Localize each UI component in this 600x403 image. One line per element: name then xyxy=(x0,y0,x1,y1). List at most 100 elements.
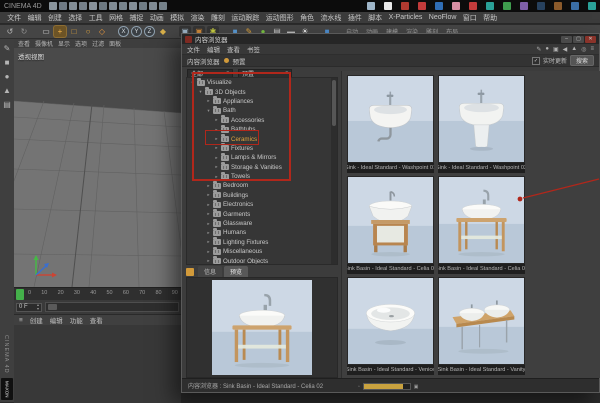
zoom-out-icon[interactable]: ▫ xyxy=(358,384,360,390)
menu-item[interactable]: 捕捉 xyxy=(126,13,146,23)
tree-expander-icon[interactable]: ▸ xyxy=(214,127,219,133)
texture-mode-icon[interactable]: ● xyxy=(0,72,14,81)
tree-item-towels[interactable]: ▸Towels xyxy=(187,172,337,181)
tree-expander-icon[interactable]: ▸ xyxy=(206,221,211,227)
material-manager-menu-item[interactable]: 功能 xyxy=(70,315,83,325)
live-update-checkbox[interactable]: ✓ xyxy=(532,57,540,65)
menu-item[interactable]: 雕刻 xyxy=(208,13,228,23)
menu-item[interactable]: 运动图形 xyxy=(263,13,297,23)
tree-item-glassware[interactable]: ▸Glassware xyxy=(187,219,337,228)
tree-item-appliances[interactable]: ▸Appliances xyxy=(187,97,337,106)
thumbnail-wall-sink[interactable]: Sink - Ideal Standard - Washpoint 01 xyxy=(347,75,434,173)
breadcrumb-root[interactable]: 内容浏览器 xyxy=(187,56,220,66)
menu-item[interactable]: 流水线 xyxy=(317,13,344,23)
titlebar-tool-icon[interactable] xyxy=(59,2,67,10)
back-icon[interactable]: ◀ xyxy=(563,46,568,53)
preview-tab-信息[interactable]: 信息 xyxy=(198,266,222,277)
tree-item-storage-vanities[interactable]: ▸Storage & Vanities xyxy=(187,163,337,172)
breadcrumb-current[interactable]: 预置 xyxy=(233,56,246,66)
viewport-menu-item[interactable]: 摄像机 xyxy=(35,39,53,48)
tree-expander-icon[interactable]: ▸ xyxy=(206,258,211,264)
menu-item[interactable]: 运动跟踪 xyxy=(228,13,262,23)
titlebar-app-icon[interactable] xyxy=(435,2,443,10)
menu-item[interactable]: 选择 xyxy=(65,13,85,23)
undo-icon[interactable]: ↺ xyxy=(4,26,16,37)
tree-item-electronics[interactable]: ▸Electronics xyxy=(187,200,337,209)
frame-spinner[interactable]: ▴▾ xyxy=(37,303,39,310)
viewport-panel[interactable]: 查看摄像机显示选项过滤面板 透视视图 xyxy=(14,39,181,287)
titlebar-app-icon[interactable] xyxy=(401,2,409,10)
timeline-playhead[interactable] xyxy=(16,289,24,300)
browser-menu-item[interactable]: 文件 xyxy=(187,44,200,54)
tree-expander-icon[interactable]: ▸ xyxy=(214,164,219,170)
pen-tool-icon[interactable]: ✎ xyxy=(0,44,14,53)
tree-item-lamps-mirrors[interactable]: ▸Lamps & Mirrors xyxy=(187,153,337,162)
viewport-menu-item[interactable]: 显示 xyxy=(58,39,70,48)
model-mode-icon[interactable]: ■ xyxy=(0,58,14,67)
viewport-menu-item[interactable]: 查看 xyxy=(18,39,30,48)
titlebar-app-icon[interactable] xyxy=(367,2,375,10)
menu-item[interactable]: 编辑 xyxy=(24,13,44,23)
workplane-icon[interactable]: ▤ xyxy=(0,100,14,109)
viewport-menu-item[interactable]: 面板 xyxy=(109,39,121,48)
menu-item[interactable]: 网格 xyxy=(106,13,126,23)
titlebar-tool-icon[interactable] xyxy=(69,2,77,10)
viewport-menu-item[interactable]: 过滤 xyxy=(92,39,104,48)
material-manager-burger-icon[interactable]: ≡ xyxy=(19,317,23,324)
zoom-in-icon[interactable]: ▣ xyxy=(414,384,419,390)
tree-expander-icon[interactable]: ▸ xyxy=(206,183,211,189)
viewport-menu-item[interactable]: 选项 xyxy=(75,39,87,48)
menu-item[interactable]: 工具 xyxy=(86,13,106,23)
browser-menu-item[interactable]: 查看 xyxy=(227,44,240,54)
timeline-power-slider[interactable] xyxy=(45,302,179,312)
menu-item[interactable]: 创建 xyxy=(45,13,65,23)
scale-tool-icon[interactable]: □ xyxy=(68,26,80,37)
tree-item-bathtubs[interactable]: ▸Bathtubs xyxy=(187,125,337,134)
titlebar-tool-icon[interactable] xyxy=(139,2,147,10)
thumbnail-table-basin[interactable]: Sink Basin - Ideal Standard - Celia 02 xyxy=(438,176,525,274)
tree-expander-icon[interactable]: ▸ xyxy=(206,230,211,236)
tree-item-outdoor-objects[interactable]: ▸Outdoor Objects xyxy=(187,256,337,265)
tree-item-ceramics[interactable]: ▸Ceramics xyxy=(187,134,337,143)
material-manager-menu-item[interactable]: 创建 xyxy=(30,315,43,325)
thumbnail-cabinet-basin[interactable]: Sink Basin - Ideal Standard - Celia 01 xyxy=(347,176,434,274)
thumbnail-double-basin[interactable]: Sink Basin - Ideal Standard - Vanity xyxy=(438,277,525,375)
titlebar-app-icon[interactable] xyxy=(520,2,528,10)
titlebar-tool-icon[interactable] xyxy=(109,2,117,10)
tree-item-3d-objects[interactable]: ▾3D Objects xyxy=(187,87,337,96)
tree-expander-icon[interactable]: ▾ xyxy=(198,89,203,95)
titlebar-app-icon[interactable] xyxy=(486,2,494,10)
tree-expander-icon[interactable]: ▸ xyxy=(214,145,219,151)
titlebar-app-icon[interactable] xyxy=(452,2,460,10)
tree-expander-icon[interactable]: ▸ xyxy=(206,192,211,198)
tree-expander-icon[interactable]: ▸ xyxy=(206,239,211,245)
thumbnail-zoom-slider[interactable]: ▫ ▣ xyxy=(358,383,419,390)
tree-item-humans[interactable]: ▸Humans xyxy=(187,228,337,237)
tree-item-bath[interactable]: ▾Bath xyxy=(187,106,337,115)
tree-item-garments[interactable]: ▸Garments xyxy=(187,209,337,218)
redo-icon[interactable]: ↻ xyxy=(18,26,30,37)
current-frame-field[interactable]: 0 F ▴▾ xyxy=(16,303,42,312)
move-tool-icon[interactable]: + xyxy=(54,26,66,37)
tree-expander-icon[interactable]: ▸ xyxy=(214,174,219,180)
menu-item[interactable]: 插件 xyxy=(345,13,365,23)
zoom-slider-track[interactable] xyxy=(363,383,411,390)
titlebar-tool-icon[interactable] xyxy=(159,2,167,10)
coordinate-system-icon[interactable]: ◆ xyxy=(157,26,169,37)
maximize-button[interactable]: ▢ xyxy=(573,36,584,43)
tree-scrollbar[interactable] xyxy=(331,78,337,264)
tree-item-buildings[interactable]: ▸Buildings xyxy=(187,191,337,200)
titlebar-tool-icon[interactable] xyxy=(89,2,97,10)
live-selection-icon[interactable]: ▭ xyxy=(40,26,52,37)
last-tool-icon[interactable]: ◇ xyxy=(96,26,108,37)
titlebar-app-icon[interactable] xyxy=(554,2,562,10)
menu-item[interactable]: 渲染 xyxy=(187,13,207,23)
lock-y-axis-icon[interactable]: Y xyxy=(131,26,142,37)
titlebar-tool-icon[interactable] xyxy=(119,2,127,10)
titlebar-app-icon[interactable] xyxy=(384,2,392,10)
up-icon[interactable]: ▲ xyxy=(571,46,577,53)
tree-item-accessories[interactable]: ▸Accessories xyxy=(187,116,337,125)
browser-menu-item[interactable]: 书签 xyxy=(247,44,260,54)
menu-item[interactable]: 脚本 xyxy=(365,13,385,23)
minimize-button[interactable]: – xyxy=(561,36,572,43)
